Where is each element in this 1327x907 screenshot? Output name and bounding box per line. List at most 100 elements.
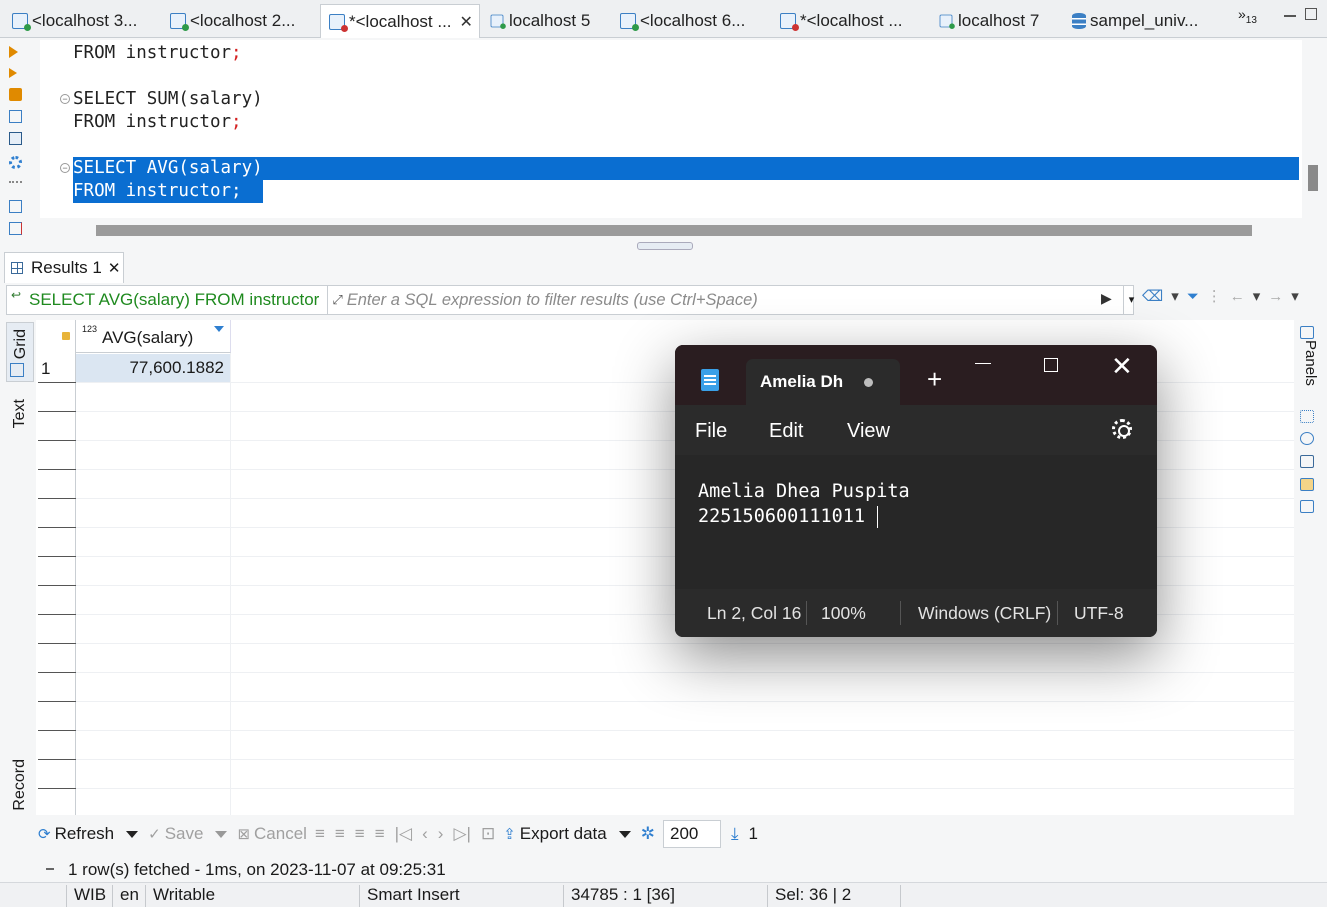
maximize-icon[interactable] xyxy=(1044,358,1058,372)
line-ending[interactable]: Windows (CRLF) xyxy=(918,603,1051,624)
sort-dropdown-icon[interactable] xyxy=(214,326,224,332)
panel-split-handle[interactable] xyxy=(637,242,693,250)
record-view-tab[interactable]: Record xyxy=(6,757,34,837)
refresh-options-dropdown[interactable] xyxy=(126,830,139,838)
save-script-icon[interactable] xyxy=(9,222,22,235)
execute-statement-icon[interactable] xyxy=(9,46,18,58)
editor-tab-7[interactable]: localhost 7 xyxy=(930,4,1060,38)
sql-script-icon xyxy=(170,13,189,31)
filter-history-dropdown[interactable]: ▾ xyxy=(1123,286,1139,314)
console-icon[interactable] xyxy=(9,132,22,145)
column-header-avg-salary[interactable]: 123 AVG(salary) xyxy=(76,320,231,353)
tab-overflow-button[interactable]: »13 xyxy=(1238,6,1257,26)
notepad-window: Amelia Dh + ✕ File Edit View Amelia Dhea… xyxy=(675,345,1157,637)
chevron-down-icon[interactable]: ▾ xyxy=(1253,287,1261,305)
prev-page-icon[interactable]: ‹ xyxy=(422,824,428,844)
notepad-tab[interactable]: Amelia Dh xyxy=(746,359,900,405)
timezone-indicator[interactable]: WIB xyxy=(66,885,106,907)
editor-tab-bar: <localhost 3... <localhost 2... *<localh… xyxy=(0,0,1327,38)
execute-script-icon[interactable] xyxy=(9,88,22,101)
editor-vertical-scrollbar[interactable] xyxy=(1308,165,1318,191)
save-options-dropdown[interactable] xyxy=(215,830,228,838)
value-viewer-icon[interactable] xyxy=(1300,410,1314,423)
export-options-dropdown[interactable] xyxy=(618,830,631,838)
zoom-level[interactable]: 100% xyxy=(821,603,866,624)
explain-plan-icon[interactable] xyxy=(9,110,22,123)
chevron-down-icon[interactable]: ▾ xyxy=(1171,287,1179,305)
fetch-all-icon[interactable]: ⊡ xyxy=(481,824,495,844)
add-row-icon[interactable]: ≡ xyxy=(335,824,345,844)
grid-row-line xyxy=(76,730,1294,731)
export-data-button[interactable]: ⇪ Export data xyxy=(503,824,607,844)
editor-tab-3[interactable]: *<localhost ... ✕ xyxy=(320,4,480,38)
editor-horizontal-scrollbar[interactable] xyxy=(96,225,1252,236)
filter-icon[interactable]: ⏷ xyxy=(1187,288,1199,305)
text-view-tab[interactable]: Text xyxy=(6,397,34,457)
sql-editor[interactable]: FROM instructor; − SELECT SUM(salary) FR… xyxy=(40,40,1302,218)
close-results-tab-icon[interactable]: ✕ xyxy=(108,259,121,277)
fetch-size-input[interactable]: 200 xyxy=(663,820,721,848)
locale-indicator[interactable]: en xyxy=(112,885,139,907)
close-tab-icon[interactable]: ✕ xyxy=(460,12,473,32)
refresh-button[interactable]: ⟳ Refresh xyxy=(38,824,114,844)
gear-icon[interactable] xyxy=(1112,419,1132,439)
grid-row-line xyxy=(76,643,1294,644)
unsaved-dot-icon[interactable] xyxy=(864,378,873,387)
chevron-down-icon[interactable]: ▾ xyxy=(1291,287,1299,305)
delete-row-icon[interactable]: ≡ xyxy=(375,824,385,844)
last-page-icon[interactable]: ▷| xyxy=(453,824,471,844)
next-page-icon[interactable]: › xyxy=(438,824,444,844)
references-icon[interactable] xyxy=(1300,500,1314,513)
result-cell[interactable]: 77,600.1882 xyxy=(76,354,230,382)
minimize-icon[interactable] xyxy=(975,363,991,364)
editor-tab-8[interactable]: sampel_univ... xyxy=(1064,4,1214,38)
minimize-editor-icon[interactable] xyxy=(1284,15,1296,17)
editor-tab-5[interactable]: <localhost 6... xyxy=(612,4,762,38)
editor-tab-4[interactable]: localhost 5 xyxy=(481,4,611,38)
execute-new-tab-icon[interactable] xyxy=(9,68,17,78)
load-script-icon[interactable] xyxy=(9,200,22,213)
editor-tab-1[interactable]: <localhost 3... xyxy=(4,4,156,38)
first-page-icon[interactable]: |◁ xyxy=(395,824,413,844)
editor-tab-2[interactable]: <localhost 2... xyxy=(162,4,314,38)
results-tab[interactable]: Results 1 ✕ xyxy=(4,252,124,283)
fetch-next-icon[interactable]: ⤓ xyxy=(731,824,739,844)
save-button[interactable]: ✓ Save xyxy=(148,824,203,844)
fold-toggle-icon[interactable]: − xyxy=(60,163,70,173)
export-icon: ⇪ xyxy=(503,826,516,843)
apply-filter-icon[interactable]: ▶ xyxy=(1101,290,1112,307)
filter-source-query[interactable]: SELECT AVG(salary) FROM instructor xyxy=(7,288,319,310)
notepad-text-area[interactable]: Amelia Dhea Puspita 225150600111011 xyxy=(675,455,1157,589)
close-icon[interactable]: ✕ xyxy=(1111,351,1133,382)
cancel-button[interactable]: ⊠ Cancel xyxy=(237,824,307,844)
copy-row-icon[interactable]: ≡ xyxy=(355,824,365,844)
code-line: SELECT SUM(salary) xyxy=(73,89,263,109)
settings-icon[interactable] xyxy=(9,156,22,169)
panels-icon[interactable] xyxy=(1300,326,1314,339)
menu-edit[interactable]: Edit xyxy=(769,420,803,443)
panels-tab[interactable]: Panels xyxy=(1302,340,1319,386)
encoding[interactable]: UTF-8 xyxy=(1074,603,1124,624)
row-number-divider xyxy=(38,382,76,383)
expand-filter-icon[interactable]: ⤢ xyxy=(332,292,342,308)
row-edit-tools: ≡ ≡ ≡ ≡ |◁ ‹ › ▷| ⊡ xyxy=(315,824,495,844)
row-number-divider xyxy=(38,730,76,731)
notepad-title-bar[interactable]: Amelia Dh + ✕ xyxy=(675,345,1157,405)
new-tab-plus-icon[interactable]: + xyxy=(927,366,942,392)
calculator-icon[interactable] xyxy=(1300,478,1314,491)
edit-row-icon[interactable]: ≡ xyxy=(315,824,325,844)
menu-view[interactable]: View xyxy=(847,420,890,443)
settings-gear-icon[interactable]: ✲ xyxy=(641,824,655,844)
filter-input[interactable]: Enter a SQL expression to filter results… xyxy=(347,291,758,310)
grouping-icon[interactable] xyxy=(1300,455,1314,468)
forward-icon[interactable]: → xyxy=(1268,288,1283,305)
maximize-editor-icon[interactable] xyxy=(1305,8,1317,20)
metadata-icon[interactable] xyxy=(1300,432,1314,445)
fold-toggle-icon[interactable]: − xyxy=(60,94,70,104)
editor-tab-6[interactable]: *<localhost ... xyxy=(772,4,922,38)
menu-file[interactable]: File xyxy=(695,420,727,443)
cursor-position: Ln 2, Col 16 xyxy=(707,603,802,623)
fetch-status-message: 1 row(s) fetched - 1ms, on 2023-11-07 at… xyxy=(68,860,446,879)
clear-filter-icon[interactable]: ⌫ xyxy=(1142,287,1163,305)
back-icon[interactable]: ← xyxy=(1230,288,1245,305)
